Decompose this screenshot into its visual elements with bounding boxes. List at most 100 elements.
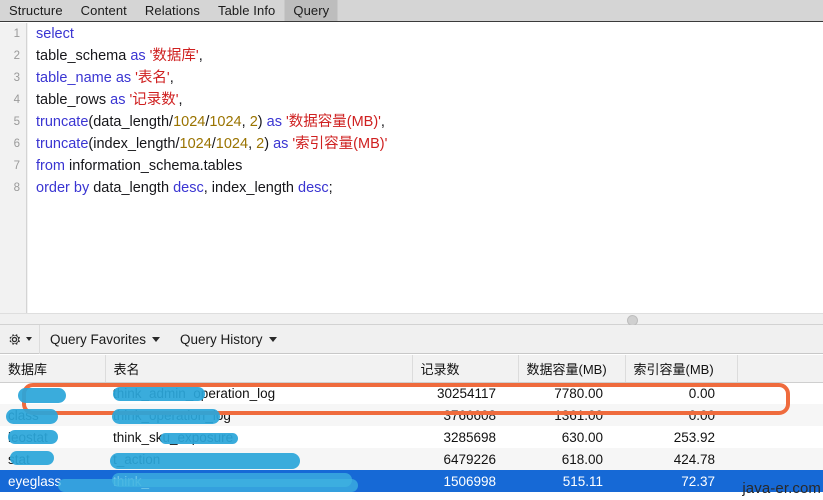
tab-table-info[interactable]: Table Info xyxy=(209,0,284,21)
code-token: table_rows xyxy=(36,92,111,108)
table-row[interactable]: leostat think_sku_exposure 3285698 630.00 25… xyxy=(0,426,823,448)
code-token: '记录数' xyxy=(129,92,179,108)
cell-index-size: 72.37 xyxy=(625,470,737,492)
tab-relations-label: Relations xyxy=(144,3,200,18)
code-token: as xyxy=(110,92,130,108)
column-header-spacer xyxy=(737,355,823,383)
code-token: , xyxy=(178,92,183,108)
code-token: (index_length/ xyxy=(88,136,180,152)
cell-data-size: 515.11 xyxy=(518,470,625,492)
cell-database: class xyxy=(0,404,105,426)
query-favorites-button[interactable]: Query Favorites xyxy=(40,325,170,354)
tab-query[interactable]: Query xyxy=(284,0,339,21)
table-row[interactable]: eyeglass think_ 1506998 515.11 72.37 xyxy=(0,470,823,492)
code-token: data_length xyxy=(93,180,174,196)
query-history-button[interactable]: Query History xyxy=(170,325,287,354)
code-token: 2 xyxy=(256,136,265,152)
code-token: table_name xyxy=(36,70,116,86)
query-toolbar: Query Favorites Query History xyxy=(0,324,823,354)
code-token: order by xyxy=(36,180,94,196)
code-token: as xyxy=(273,136,293,152)
line-number: 5 xyxy=(13,116,20,128)
code-token: , xyxy=(169,70,174,86)
code-line: truncate(index_length/1024/1024, 2) as '… xyxy=(28,133,823,155)
line-number: 3 xyxy=(13,72,20,84)
column-header-database[interactable]: 数据库 xyxy=(0,355,106,383)
cell-row-count: 30254117 xyxy=(436,385,496,401)
code-line: table_rows as '记录数', xyxy=(28,89,823,111)
editor-line-number-gutter: 1 2 3 4 5 6 7 8 xyxy=(0,23,27,313)
code-token: (data_length/ xyxy=(88,114,174,130)
cell-index-size: 253.92 xyxy=(673,429,715,445)
column-header-index-size[interactable]: 索引容量(MB) xyxy=(625,355,738,383)
cell-table-name: t_action xyxy=(105,448,412,470)
code-token: information_schema.tables xyxy=(69,158,243,174)
code-token: , index_length xyxy=(203,180,299,196)
code-token: , xyxy=(198,48,203,64)
cell-row-count: 6479226 xyxy=(412,448,518,470)
tab-content[interactable]: Content xyxy=(72,0,136,21)
code-line: truncate(data_length/1024/1024, 2) as '数… xyxy=(28,111,823,133)
pane-splitter[interactable] xyxy=(0,313,823,326)
tab-bar: Structure Content Relations Table Info Q… xyxy=(0,0,823,22)
results-header-row: 数据库 表名 记录数 数据容量(MB) 索引容量(MB) xyxy=(0,355,823,383)
code-token: , xyxy=(248,136,257,152)
tab-relations[interactable]: Relations xyxy=(136,0,209,21)
code-token: truncate xyxy=(36,136,89,152)
cell-table-name: think_admin_operation_log xyxy=(113,385,276,401)
cell-data-size: 7780.00 xyxy=(554,385,603,401)
tab-content-label: Content xyxy=(80,3,127,18)
table-row[interactable]: stat t_action 6479226 618.00 424.78 xyxy=(0,448,823,470)
cell-spacer xyxy=(737,404,823,426)
cell-table-name: think_ xyxy=(105,470,412,492)
code-line: table_schema as '数据库', xyxy=(28,45,823,67)
code-token: as xyxy=(115,70,136,86)
cell-index-size: 424.78 xyxy=(625,448,737,470)
column-header-row-count[interactable]: 记录数 xyxy=(412,355,519,383)
chevron-down-icon xyxy=(268,336,277,342)
table-row[interactable]: class think_operation_log 3766608 1361.00 0.… xyxy=(0,404,823,426)
cell-table-name: think_operation_log xyxy=(105,404,412,426)
table-row[interactable]: think_admin_operation_log 30254117 7780.00… xyxy=(0,382,823,404)
code-token: desc xyxy=(173,180,204,196)
code-token: , xyxy=(380,114,385,130)
tab-structure[interactable]: Structure xyxy=(0,0,72,21)
cell-index-size: 0.00 xyxy=(625,404,737,426)
cell-spacer xyxy=(737,382,823,404)
cell-index-size: 0.00 xyxy=(688,385,715,401)
cell-row-count: 3766608 xyxy=(412,404,518,426)
code-line: select xyxy=(28,23,823,45)
cell-database: stat xyxy=(0,448,105,470)
query-favorites-label: Query Favorites xyxy=(50,331,147,347)
code-token: '数据库' xyxy=(149,48,199,64)
watermark-text: java-er.com xyxy=(742,480,821,497)
cell-row-count: 3285698 xyxy=(443,429,496,445)
cell-database: eyeglass xyxy=(0,470,105,492)
sql-code-area[interactable]: select table_schema as '数据库', table_name a… xyxy=(28,23,823,313)
code-token: as xyxy=(130,48,150,64)
code-token: ) xyxy=(264,136,274,152)
tab-query-label: Query xyxy=(293,3,330,18)
code-line: table_name as '表名', xyxy=(28,67,823,89)
query-settings-button[interactable] xyxy=(0,325,39,354)
query-results-table[interactable]: 数据库 表名 记录数 数据容量(MB) 索引容量(MB) think_admin… xyxy=(0,355,823,500)
cell-row-count: 1506998 xyxy=(412,470,518,492)
query-history-label: Query History xyxy=(180,331,263,347)
code-token: , xyxy=(241,114,250,130)
code-token: table_schema xyxy=(36,48,131,64)
cell-table-name: think_sku_exposure xyxy=(113,429,234,445)
cell-spacer xyxy=(737,426,823,448)
cell-database: leostat xyxy=(8,429,48,445)
cell-database xyxy=(0,382,105,404)
column-header-data-size[interactable]: 数据容量(MB) xyxy=(518,355,626,383)
column-header-table-name[interactable]: 表名 xyxy=(105,355,413,383)
tab-structure-label: Structure xyxy=(9,3,63,18)
code-token: 1024 xyxy=(215,136,249,152)
line-number: 7 xyxy=(13,160,20,172)
tab-table-info-label: Table Info xyxy=(218,3,276,18)
cell-spacer xyxy=(737,448,823,470)
line-number: 4 xyxy=(13,94,20,106)
code-token: 1024 xyxy=(173,114,206,130)
code-token: as xyxy=(266,114,286,130)
sql-editor[interactable]: 12345678 select table_schema as '数据库', tab… xyxy=(0,23,823,313)
